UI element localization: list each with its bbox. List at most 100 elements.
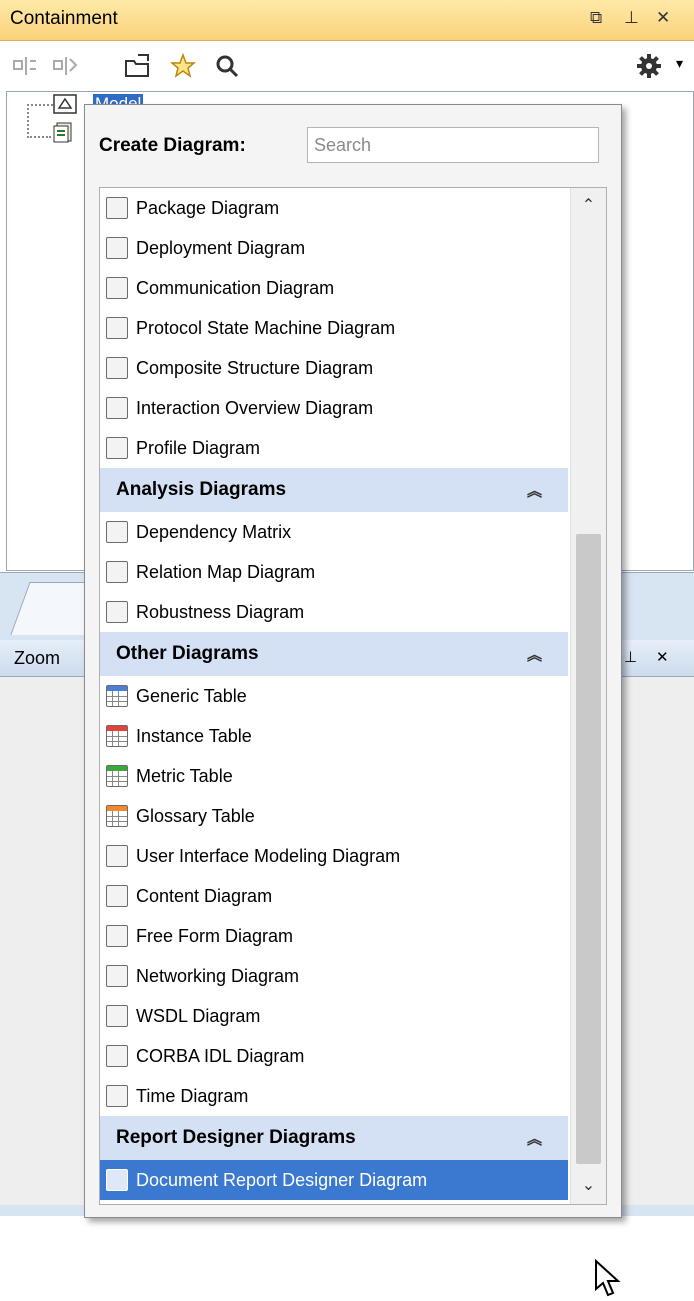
pin-icon[interactable]: ⊥ bbox=[624, 8, 639, 28]
diagram-type-label: Networking Diagram bbox=[136, 965, 300, 986]
diagram-type-label: Robustness Diagram bbox=[136, 601, 305, 622]
diagram-type-item[interactable]: Package Diagram bbox=[100, 188, 568, 228]
chevron-down-icon[interactable]: ▾ bbox=[676, 55, 683, 72]
package-diagram-icon bbox=[106, 197, 128, 219]
category-header[interactable]: Report Designer Diagrams ︽ bbox=[100, 1116, 568, 1160]
category-header[interactable]: Analysis Diagrams ︽ bbox=[100, 468, 568, 512]
relation-map-icon bbox=[106, 561, 128, 583]
diagram-type-item[interactable]: Content Diagram bbox=[100, 876, 568, 916]
diagram-type-item[interactable]: Instance Table bbox=[100, 716, 568, 756]
mouse-cursor-icon bbox=[595, 1259, 621, 1297]
close-icon[interactable]: ✕ bbox=[656, 8, 670, 28]
diagram-type-label: Glossary Table bbox=[136, 805, 255, 826]
collapse-chevron-icon[interactable]: ︽ bbox=[527, 1128, 542, 1149]
panel-title: Zoom bbox=[14, 648, 61, 668]
interaction-overview-icon bbox=[106, 397, 128, 419]
diagram-type-label: Metric Table bbox=[136, 765, 233, 786]
expand-all-icon[interactable] bbox=[52, 53, 78, 79]
diagram-type-label: CORBA IDL Diagram bbox=[136, 1045, 305, 1066]
diagram-type-label: Communication Diagram bbox=[136, 277, 335, 298]
diagram-type-label: WSDL Diagram bbox=[136, 1005, 261, 1026]
scroll-thumb[interactable] bbox=[576, 534, 601, 1164]
restore-icon[interactable]: ⧉ bbox=[590, 8, 602, 28]
diagram-type-label: Instance Table bbox=[136, 725, 252, 746]
diagram-type-item[interactable]: Relation Map Diagram bbox=[100, 552, 568, 592]
glossary-table-icon bbox=[106, 805, 128, 827]
diagram-type-label: Deployment Diagram bbox=[136, 237, 306, 258]
create-diagram-popup: Create Diagram: Package Diagram Deploymen… bbox=[84, 104, 622, 1297]
instance-table-icon bbox=[106, 725, 128, 747]
time-diagram-icon bbox=[106, 1085, 128, 1107]
collapse-chevron-icon[interactable]: ︽ bbox=[527, 644, 542, 665]
model-icon bbox=[53, 94, 77, 114]
containment-toolbar: ▾ bbox=[0, 41, 694, 91]
diagram-type-item[interactable]: CORBA IDL Diagram bbox=[100, 1036, 568, 1076]
diagram-type-item[interactable]: WSDL Diagram bbox=[100, 996, 568, 1036]
diagram-type-item[interactable]: Free Form Diagram bbox=[100, 916, 568, 956]
dependency-matrix-icon bbox=[106, 521, 128, 543]
category-title: Analysis Diagrams bbox=[116, 479, 287, 500]
protocol-state-machine-icon bbox=[106, 317, 128, 339]
diagram-type-item[interactable]: Time Diagram bbox=[100, 1076, 568, 1116]
diagram-type-list: Package Diagram Deployment Diagram Communi… bbox=[99, 187, 607, 1205]
favorite-star-icon[interactable] bbox=[170, 53, 196, 79]
diagram-type-label: Content Diagram bbox=[136, 885, 273, 906]
diagram-type-item[interactable]: Document Report Designer Diagram bbox=[100, 1160, 568, 1200]
pin-icon[interactable]: ⊥ bbox=[624, 648, 637, 666]
category-header[interactable]: Other Diagrams ︽ bbox=[100, 632, 568, 676]
diagram-type-label: Profile Diagram bbox=[136, 437, 261, 458]
diagram-type-item[interactable]: Robustness Diagram bbox=[100, 592, 568, 632]
diagram-type-label: Generic Table bbox=[136, 685, 247, 706]
collapse-chevron-icon[interactable]: ︽ bbox=[527, 480, 542, 501]
create-diagram-label: Create Diagram: bbox=[99, 135, 246, 156]
diagram-type-label: Package Diagram bbox=[136, 197, 280, 218]
diagram-type-label: Interaction Overview Diagram bbox=[136, 397, 374, 418]
corba-idl-diagram-icon bbox=[106, 1045, 128, 1067]
diagram-type-label: Relation Map Diagram bbox=[136, 561, 316, 582]
diagram-type-item[interactable]: Networking Diagram bbox=[100, 956, 568, 996]
diagram-type-label: Protocol State Machine Diagram bbox=[136, 317, 396, 338]
diagram-type-label: Dependency Matrix bbox=[136, 521, 292, 542]
deployment-diagram-icon bbox=[106, 237, 128, 259]
generic-table-icon bbox=[106, 685, 128, 707]
panel-title: Containment bbox=[10, 8, 118, 29]
diagram-type-item[interactable]: Composite Structure Diagram bbox=[100, 348, 568, 388]
diagram-type-item[interactable]: User Interface Modeling Diagram bbox=[100, 836, 568, 876]
profile-diagram-icon bbox=[106, 437, 128, 459]
collapse-all-icon[interactable] bbox=[12, 53, 38, 79]
content-diagram-icon bbox=[106, 885, 128, 907]
communication-diagram-icon bbox=[106, 277, 128, 299]
close-icon[interactable]: ✕ bbox=[656, 648, 669, 666]
diagram-type-item[interactable]: Communication Diagram bbox=[100, 268, 568, 308]
free-form-diagram-icon bbox=[106, 925, 128, 947]
networking-diagram-icon bbox=[106, 965, 128, 987]
diagram-type-item[interactable]: Interaction Overview Diagram bbox=[100, 388, 568, 428]
composite-structure-icon bbox=[106, 357, 128, 379]
open-folder-icon[interactable] bbox=[124, 53, 150, 79]
search-input[interactable] bbox=[307, 127, 599, 163]
diagram-type-item[interactable]: Protocol State Machine Diagram bbox=[100, 308, 568, 348]
diagram-type-label: Free Form Diagram bbox=[136, 925, 294, 946]
containment-panel-header: Containment ⧉ ⊥ ✕ bbox=[0, 0, 694, 41]
category-title: Other Diagrams bbox=[116, 643, 259, 664]
scroll-up-icon[interactable]: ⌃ bbox=[571, 188, 606, 224]
vertical-scrollbar[interactable]: ⌃ ⌄ bbox=[570, 188, 606, 1204]
diagram-type-item[interactable]: Generic Table bbox=[100, 676, 568, 716]
scroll-down-icon[interactable]: ⌄ bbox=[571, 1168, 606, 1204]
document-report-designer-icon bbox=[106, 1169, 128, 1191]
search-icon[interactable] bbox=[214, 53, 240, 79]
diagram-type-label: Document Report Designer Diagram bbox=[136, 1169, 428, 1190]
tree-connector bbox=[27, 104, 51, 138]
metric-table-icon bbox=[106, 765, 128, 787]
diagram-type-label: Time Diagram bbox=[136, 1085, 249, 1106]
robustness-diagram-icon bbox=[106, 601, 128, 623]
wsdl-diagram-icon bbox=[106, 1005, 128, 1027]
tree-node-icon bbox=[53, 122, 72, 143]
user-interface-modeling-icon bbox=[106, 845, 128, 867]
diagram-type-item[interactable]: Metric Table bbox=[100, 756, 568, 796]
diagram-type-item[interactable]: Glossary Table bbox=[100, 796, 568, 836]
diagram-type-item[interactable]: Dependency Matrix bbox=[100, 512, 568, 552]
diagram-type-item[interactable]: Profile Diagram bbox=[100, 428, 568, 468]
diagram-type-item[interactable]: Deployment Diagram bbox=[100, 228, 568, 268]
gear-icon[interactable] bbox=[636, 53, 662, 79]
